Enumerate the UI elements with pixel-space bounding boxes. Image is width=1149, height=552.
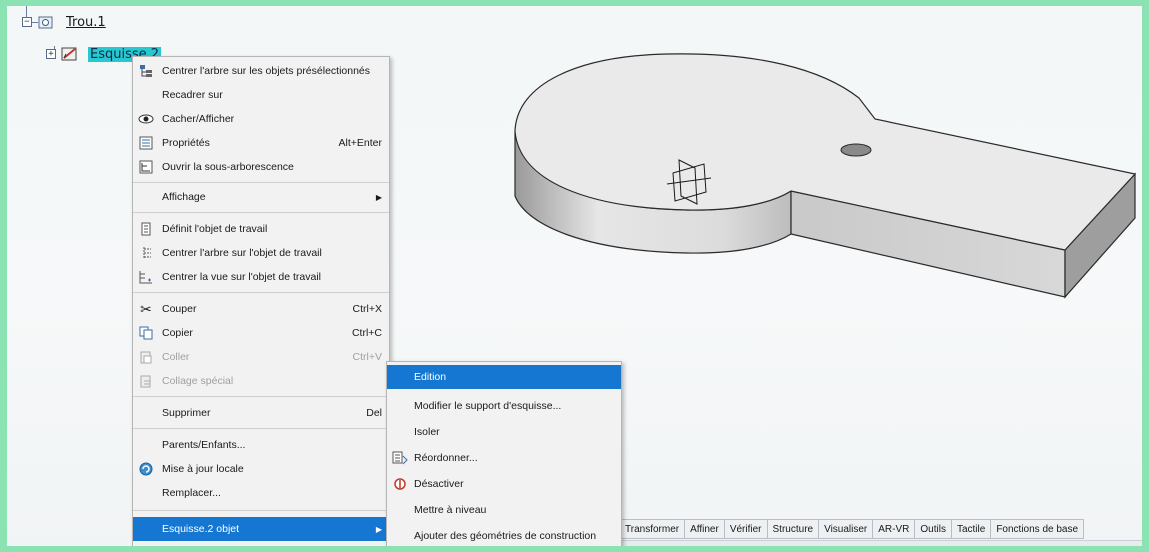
submenu-arrow-icon: ▶ xyxy=(375,524,382,534)
tab-affiner[interactable]: Affiner xyxy=(685,519,725,539)
define-work-object-icon xyxy=(138,221,154,237)
menu-item-open-subtree[interactable]: Ouvrir la sous-arborescence xyxy=(133,155,389,179)
center-view-work-icon xyxy=(138,269,154,285)
tab-structure[interactable]: Structure xyxy=(767,519,820,539)
3d-viewport[interactable]: − Trou.1 + Esquisse.2 Transformer Affiner… xyxy=(7,6,1142,546)
menu-item-paste: Coller Ctrl+V xyxy=(133,345,389,369)
tab-visualiser[interactable]: Visualiser xyxy=(819,519,874,539)
update-icon xyxy=(138,461,154,477)
tree-node-trou[interactable]: − Trou.1 xyxy=(22,14,106,30)
submenu-item-add-construction[interactable]: Ajouter des géométries de construction xyxy=(387,524,621,546)
menu-item-replace[interactable]: Remplacer... xyxy=(133,481,389,505)
tab-tactile[interactable]: Tactile xyxy=(951,519,992,539)
tab-ar-vr[interactable]: AR-VR xyxy=(873,519,916,539)
submenu-item-isolate[interactable]: Isoler xyxy=(387,420,621,444)
tab-transformer[interactable]: Transformer xyxy=(619,519,686,539)
menu-item-hide-show[interactable]: Cacher/Afficher xyxy=(133,107,389,131)
context-menu: Centrer l'arbre sur les objets présélect… xyxy=(132,56,390,546)
menu-item-define-work-object[interactable]: Définit l'objet de travail xyxy=(133,217,389,241)
collapse-expander[interactable]: − xyxy=(22,17,32,27)
submenu-item-upgrade[interactable]: Mettre à niveau xyxy=(387,498,621,522)
copy-icon xyxy=(138,325,154,341)
menu-item-properties[interactable]: Propriétés Alt+Enter xyxy=(133,131,389,155)
toolbar-tabs: Transformer Affiner Vérifier Structure Visua… xyxy=(619,519,1085,539)
paste-special-icon xyxy=(138,373,154,389)
properties-icon xyxy=(138,135,154,151)
menu-item-display[interactable]: Affichage ▶ xyxy=(133,185,389,209)
paste-icon xyxy=(138,349,154,365)
scissors-icon: ✂ xyxy=(140,300,152,317)
center-tree-work-icon xyxy=(138,245,154,261)
menu-item-center-tree-work[interactable]: Centrer l'arbre sur l'objet de travail xyxy=(133,241,389,265)
center-tree-icon xyxy=(138,63,154,79)
menu-item-center-view-work[interactable]: Centrer la vue sur l'objet de travail xyxy=(133,265,389,289)
menu-item-recadrer[interactable]: Recadrer sur xyxy=(133,83,389,107)
submenu-item-reorder[interactable]: Réordonner... xyxy=(387,446,621,470)
submenu-sketch-object: Edition Modifier le support d'esquisse..… xyxy=(386,361,622,546)
tree-label-trou[interactable]: Trou.1 xyxy=(66,15,106,30)
deactivate-icon xyxy=(392,476,408,492)
tab-fonctions-de-base[interactable]: Fonctions de base xyxy=(991,519,1085,539)
submenu-item-deactivate[interactable]: Désactiver xyxy=(387,472,621,496)
menu-item-copy[interactable]: Copier Ctrl+C xyxy=(133,321,389,345)
menu-item-sketch-object[interactable]: Esquisse.2 objet ▶ xyxy=(133,517,389,541)
menu-item-delete[interactable]: Supprimer Del xyxy=(133,401,389,425)
hole-feature-icon xyxy=(38,16,53,29)
submenu-arrow-icon: ▶ xyxy=(375,192,382,202)
sketch-icon xyxy=(61,47,77,61)
tab-outils[interactable]: Outils xyxy=(915,519,952,539)
menu-item-center-tree-preselected[interactable]: Centrer l'arbre sur les objets présélect… xyxy=(133,59,389,83)
menu-item-cut[interactable]: ✂ Couper Ctrl+X xyxy=(133,297,389,321)
submenu-item-edit[interactable]: Edition xyxy=(387,365,621,389)
submenu-item-modify-support[interactable]: Modifier le support d'esquisse... xyxy=(387,394,621,418)
subtree-icon xyxy=(138,159,154,175)
tab-v-rifier[interactable]: Vérifier xyxy=(724,519,768,539)
menu-item-parents-children[interactable]: Parents/Enfants... xyxy=(133,433,389,457)
expand-expander[interactable]: + xyxy=(46,49,56,59)
menu-item-paste-special: Collage spécial xyxy=(133,369,389,393)
eye-icon xyxy=(138,111,154,127)
menu-item-local-update[interactable]: Mise à jour locale xyxy=(133,457,389,481)
reorder-icon xyxy=(392,450,408,466)
